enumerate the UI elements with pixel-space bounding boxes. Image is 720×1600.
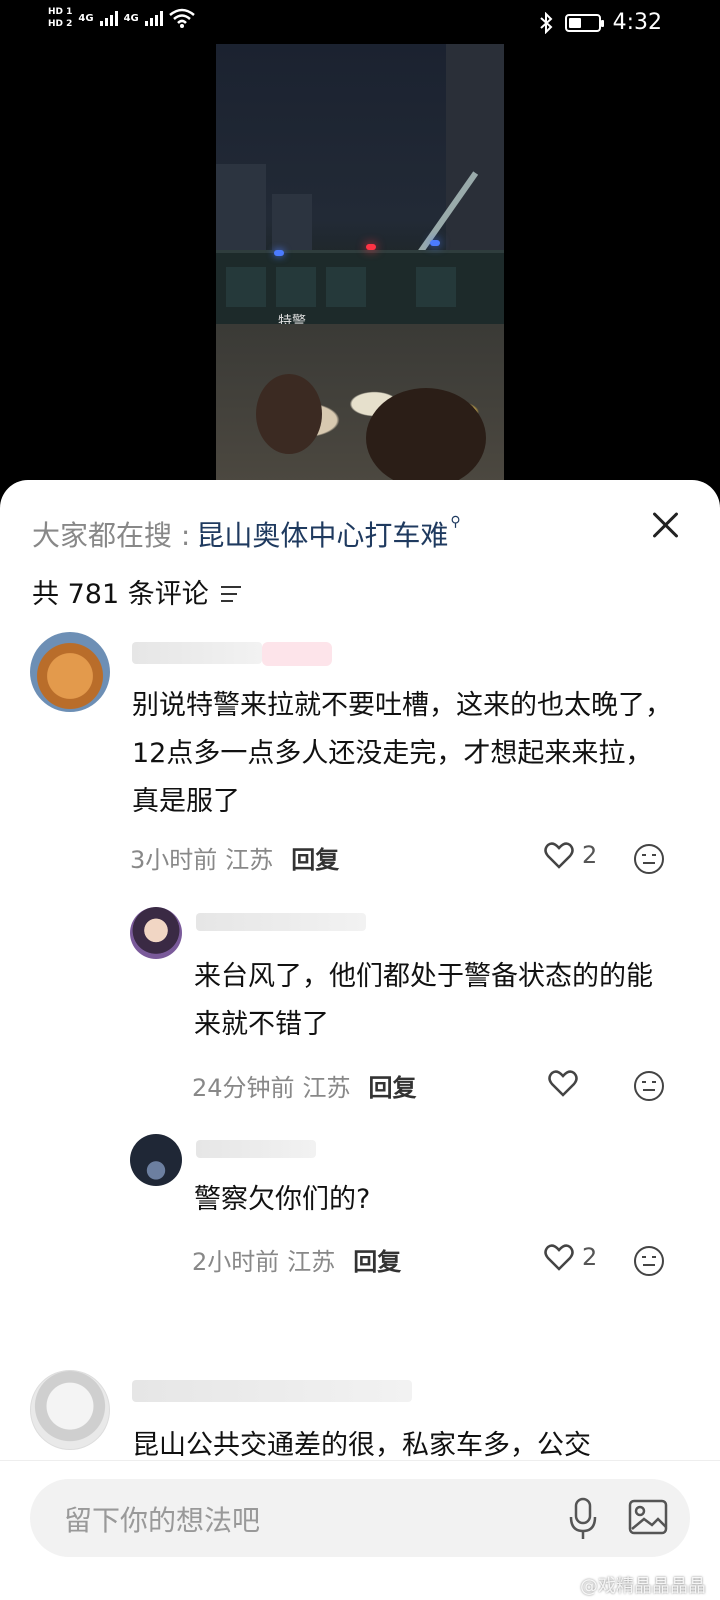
- signal-bars-icon-2: [144, 10, 163, 26]
- avatar[interactable]: [130, 907, 182, 959]
- wifi-icon: [168, 8, 195, 28]
- emoji-reaction-icon[interactable]: [634, 844, 664, 874]
- network-type-2: 4G: [123, 12, 139, 24]
- battery-icon: [564, 13, 604, 32]
- like-count: 2: [582, 1243, 598, 1271]
- video-frame[interactable]: 特警: [216, 44, 504, 484]
- reply-button[interactable]: 回复: [291, 840, 339, 875]
- trending-search[interactable]: 大家都在搜 : 昆山奥体中心打车难 ⚲: [32, 514, 461, 554]
- hd1-label: HD 1: [48, 7, 73, 17]
- building-right: [446, 44, 504, 264]
- trending-search-term[interactable]: 昆山奥体中心打车难: [196, 514, 448, 554]
- comment-time: 2小时前: [192, 1248, 280, 1276]
- status-bar: HD 1 HD 2 4G 4G 4:32: [0, 0, 720, 44]
- comment-text: 别说特警来拉就不要吐槽，这来的也太晚了，12点多一点多人还没走完，才想起来来拉，…: [132, 690, 672, 817]
- like-button[interactable]: 2: [544, 1243, 597, 1271]
- sort-icon[interactable]: [220, 585, 241, 602]
- comment-time: 3小时前: [130, 846, 218, 874]
- bluetooth-icon: [539, 11, 553, 34]
- status-right: 4:32: [539, 10, 662, 35]
- comment-time: 24分钟前: [192, 1074, 295, 1102]
- heart-icon: [548, 1070, 578, 1097]
- like-button[interactable]: 2: [544, 841, 597, 869]
- reply-button[interactable]: 回复: [369, 1068, 417, 1103]
- heart-icon: [544, 842, 574, 869]
- comment-location: 江苏: [302, 1074, 351, 1102]
- police-light-blue: [430, 240, 440, 246]
- emoji-reaction-icon[interactable]: [634, 1246, 664, 1276]
- signal-bars-icon: [99, 10, 118, 26]
- person-head: [256, 374, 322, 454]
- heart-icon: [544, 1244, 574, 1271]
- microphone-icon[interactable]: [568, 1497, 598, 1541]
- building-left: [216, 164, 266, 264]
- comment-sheet: 大家都在搜 : 昆山奥体中心打车难 ⚲ 共 781 条评论 别说特警来拉就不要吐…: [0, 480, 720, 1600]
- trending-search-prefix: 大家都在搜 :: [32, 519, 191, 552]
- battery-fill: [568, 17, 582, 28]
- comment-input[interactable]: 留下你的想法吧: [30, 1479, 690, 1557]
- comment-location: 江苏: [287, 1248, 336, 1276]
- image-icon[interactable]: [628, 1497, 668, 1537]
- hd-indicator: HD 1 HD 2: [48, 6, 72, 30]
- like-count: 2: [582, 841, 598, 869]
- police-light-red: [366, 244, 376, 250]
- comment-count: 共 781 条评论: [32, 579, 209, 610]
- network-type-1: 4G: [78, 12, 94, 24]
- comment-count-row: 共 781 条评论: [32, 572, 241, 611]
- comment-text: 警察欠你们的?: [194, 1184, 371, 1215]
- comment-location: 江苏: [225, 846, 274, 874]
- username-blurred[interactable]: [196, 913, 366, 931]
- comment-meta: 24分钟前 江苏 回复: [192, 1068, 417, 1103]
- username-blurred[interactable]: [132, 642, 262, 664]
- avatar[interactable]: [130, 1134, 182, 1186]
- comment-meta: 2小时前 江苏 回复: [192, 1242, 401, 1277]
- comment-text: 来台风了，他们都处于警备状态的的能来就不错了: [194, 961, 653, 1040]
- avatar[interactable]: [30, 632, 110, 712]
- comment-input-placeholder: 留下你的想法吧: [64, 1504, 261, 1537]
- police-light-blue-2: [274, 250, 284, 256]
- hd2-label: HD 2: [48, 19, 73, 29]
- clock: 4:32: [612, 10, 662, 35]
- emoji-reaction-icon[interactable]: [634, 1071, 664, 1101]
- reply-button[interactable]: 回复: [353, 1242, 401, 1277]
- watermark: @戏精晶晶晶晶: [580, 1576, 706, 1597]
- author-badge: [262, 642, 332, 666]
- username-blurred[interactable]: [132, 1380, 412, 1402]
- person-head-2: [366, 388, 486, 484]
- close-button[interactable]: [648, 508, 682, 542]
- search-icon: ⚲: [450, 514, 461, 530]
- comment-meta: 3小时前 江苏 回复: [130, 840, 339, 875]
- avatar[interactable]: [30, 1370, 110, 1450]
- like-button[interactable]: [548, 1069, 586, 1097]
- signal-indicators: HD 1 HD 2 4G 4G: [48, 6, 195, 30]
- username-blurred[interactable]: [196, 1140, 316, 1158]
